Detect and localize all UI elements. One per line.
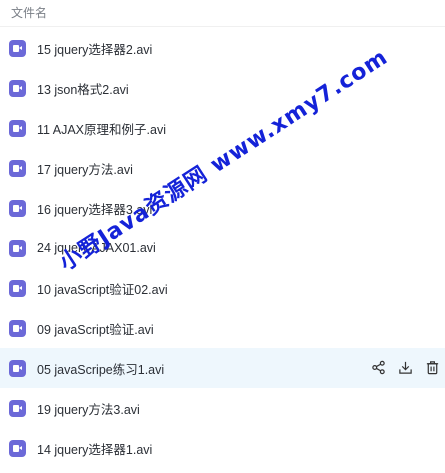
video-file-icon: [9, 239, 26, 257]
file-row[interactable]: 16 jquery选择器3.avi: [0, 188, 445, 228]
file-name[interactable]: 11 AJAX原理和例子.avi: [37, 119, 166, 138]
file-name[interactable]: 24 jquery AJAX01.avi: [37, 241, 156, 255]
video-file-icon: [9, 279, 26, 297]
video-file-icon: [9, 359, 26, 377]
file-row[interactable]: 10 javaScript验证02.avi: [0, 268, 445, 308]
delete-icon[interactable]: [424, 359, 441, 376]
file-name[interactable]: 17 jquery方法.avi: [37, 159, 133, 178]
file-name[interactable]: 05 javaScripe练习1.avi: [37, 359, 164, 378]
video-file-icon: [9, 119, 26, 137]
file-row[interactable]: 11 AJAX原理和例子.avi: [0, 108, 445, 148]
file-row[interactable]: 15 jquery选择器2.avi: [0, 28, 445, 68]
file-name[interactable]: 09 javaScript验证.avi: [37, 319, 154, 338]
video-file-icon: [9, 79, 26, 97]
file-name[interactable]: 14 jquery选择器1.avi: [37, 439, 152, 458]
video-file-icon: [9, 159, 26, 177]
file-row[interactable]: 19 jquery方法3.avi: [0, 388, 445, 428]
video-file-icon: [9, 399, 26, 417]
file-list: 15 jquery选择器2.avi 13 json格式2.avi 11 AJAX…: [0, 28, 445, 468]
download-icon[interactable]: [397, 359, 414, 376]
file-row-hovered[interactable]: 05 javaScripe练习1.avi: [0, 348, 445, 388]
file-row[interactable]: 14 jquery选择器1.avi: [0, 428, 445, 468]
file-name[interactable]: 13 json格式2.avi: [37, 79, 129, 98]
video-file-icon: [9, 39, 26, 57]
share-icon[interactable]: [370, 359, 387, 376]
video-file-icon: [9, 319, 26, 337]
file-row[interactable]: 24 jquery AJAX01.avi: [0, 228, 445, 268]
row-actions: [370, 359, 441, 376]
file-name[interactable]: 16 jquery选择器3.avi: [37, 199, 152, 218]
video-file-icon: [9, 199, 26, 217]
file-row[interactable]: 09 javaScript验证.avi: [0, 308, 445, 348]
file-row[interactable]: 17 jquery方法.avi: [0, 148, 445, 188]
file-row[interactable]: 13 json格式2.avi: [0, 68, 445, 108]
column-header-filename[interactable]: 文件名: [0, 0, 445, 27]
file-name[interactable]: 10 javaScript验证02.avi: [37, 279, 168, 298]
file-name[interactable]: 15 jquery选择器2.avi: [37, 39, 152, 58]
file-name[interactable]: 19 jquery方法3.avi: [37, 399, 140, 418]
video-file-icon: [9, 439, 26, 457]
